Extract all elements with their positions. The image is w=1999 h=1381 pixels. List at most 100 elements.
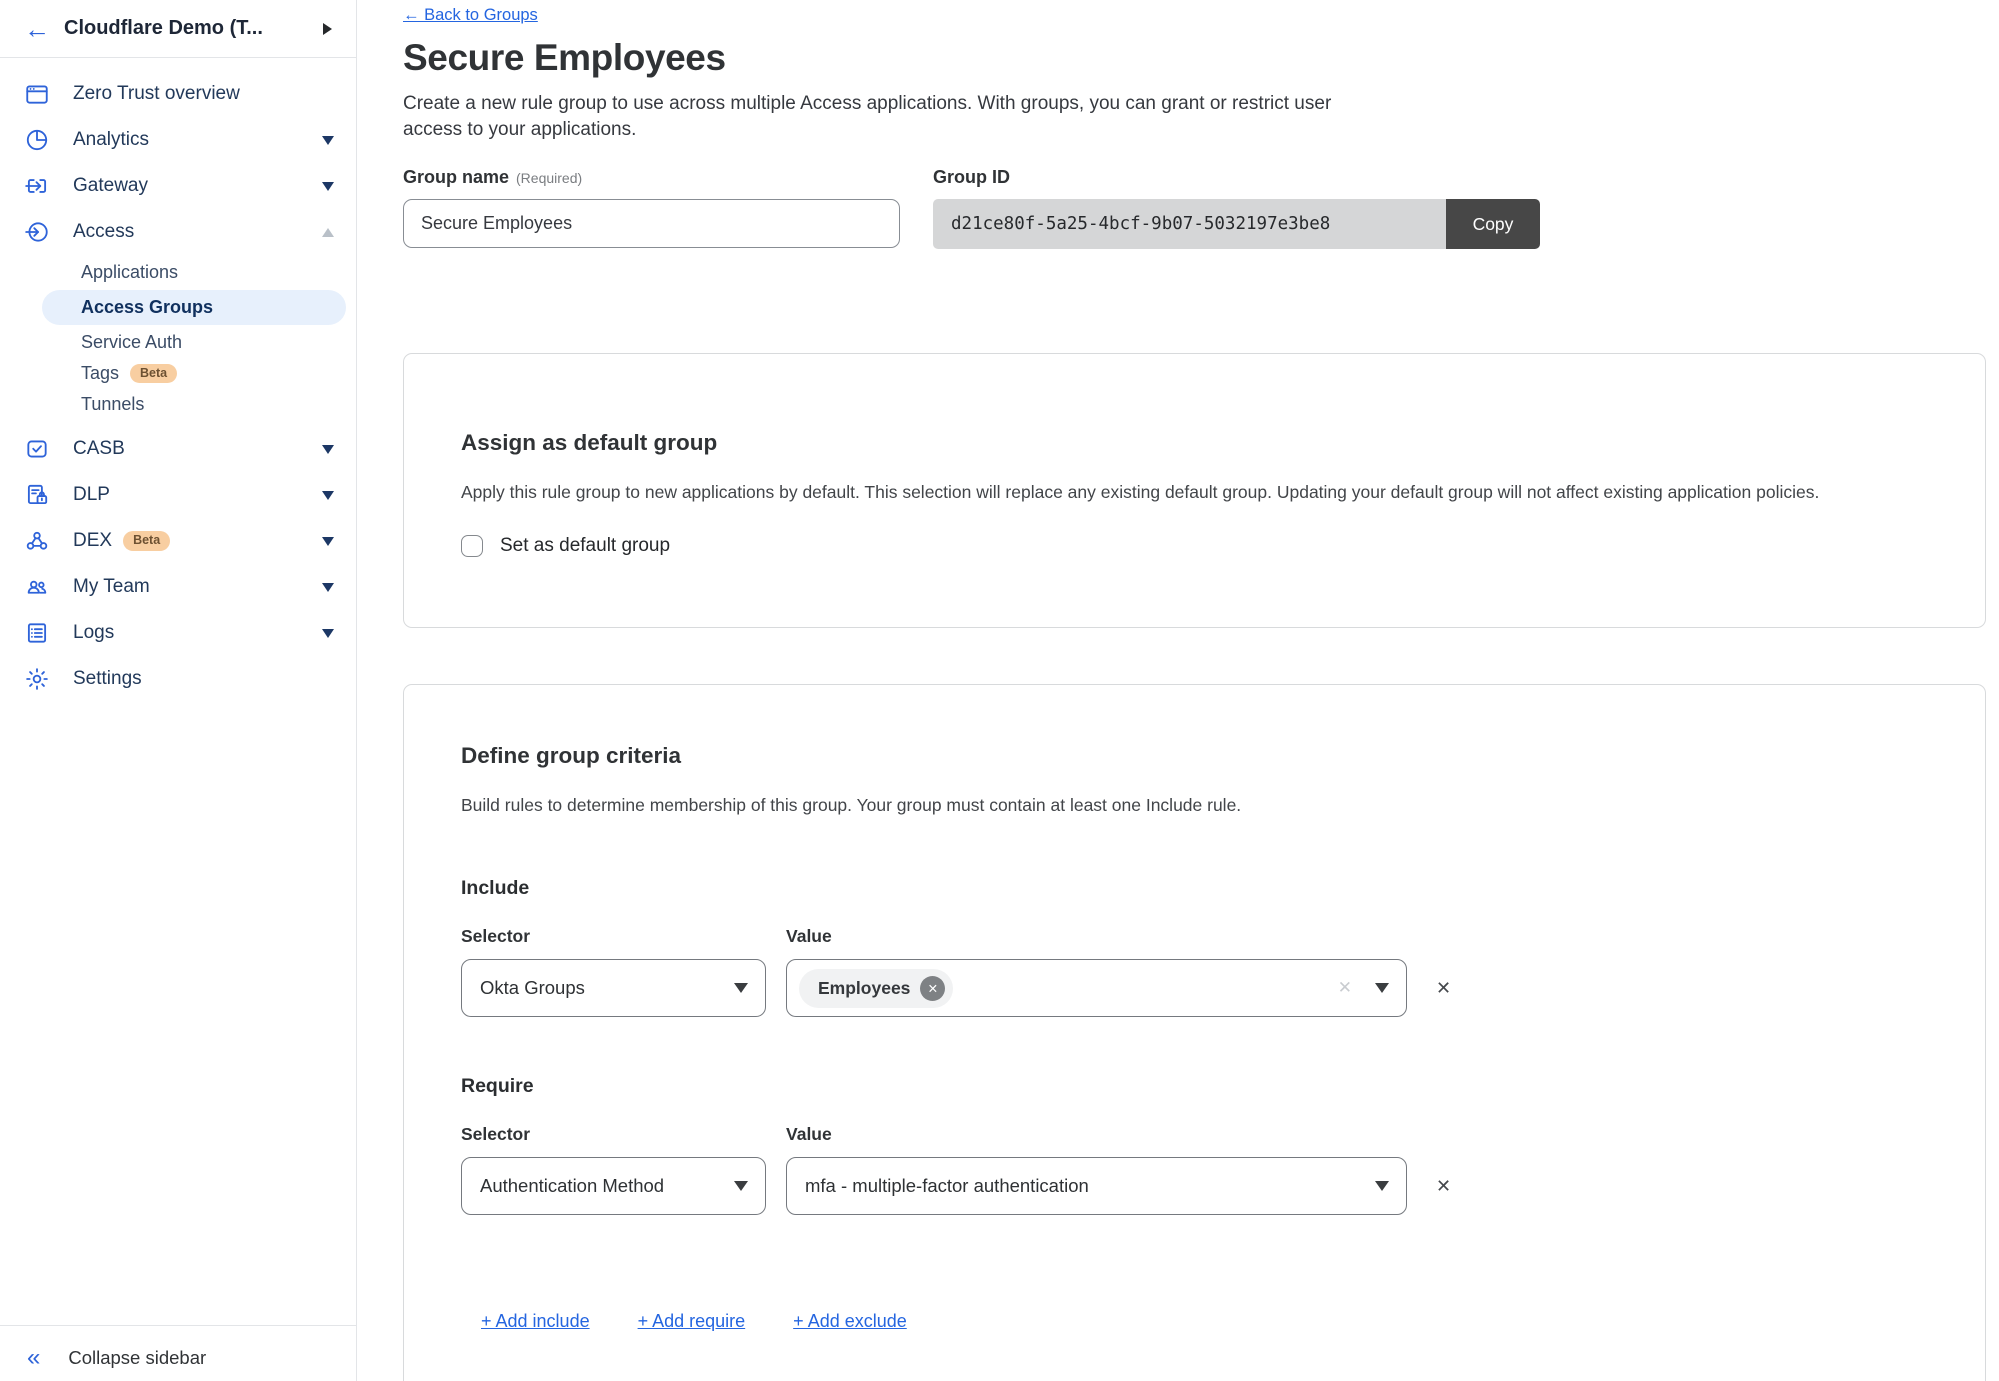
tag-remove-icon[interactable]: ✕ [920,976,945,1001]
set-default-group-checkbox[interactable] [461,535,483,557]
value-tag: Employees ✕ [799,969,953,1008]
require-value-dropdown[interactable]: mfa - multiple-factor authentication [786,1157,1407,1215]
default-group-card: Assign as default group Apply this rule … [403,353,1986,627]
criteria-card: Define group criteria Build rules to det… [403,684,1986,1381]
require-value-label: Value [786,1124,1407,1145]
set-default-group-row[interactable]: Set as default group [461,535,670,557]
window-icon [24,81,50,107]
sidebar-header: ← Cloudflare Demo (T... [0,0,356,58]
gateway-icon [24,173,50,199]
sidebar-item-dex[interactable]: DEX Beta [0,518,356,564]
include-heading: Include [461,877,1928,900]
value-tag-label: Employees [818,978,910,999]
chevron-right-icon[interactable] [323,23,332,35]
group-name-field: Group name (Required) [403,167,900,249]
sidebar: ← Cloudflare Demo (T... Zero Trust overv… [0,0,357,1381]
chevron-down-icon[interactable] [322,583,334,592]
page-title: Secure Employees [403,37,1986,79]
add-require-link[interactable]: + Add require [638,1311,746,1332]
group-name-label: Group name [403,167,509,188]
include-rule-row: Selector Value Okta Groups Employees ✕ ✕… [461,926,1928,1017]
remove-require-rule-button[interactable]: ✕ [1436,1177,1928,1195]
sidebar-item-label: Access [73,221,134,243]
group-id-value: d21ce80f-5a25-4bcf-9b07-5032197e3be8 [933,199,1446,249]
include-selector-label: Selector [461,926,766,947]
group-id-label: Group ID [933,167,1010,188]
sidebar-item-access-groups[interactable]: Access Groups [42,290,346,325]
chevron-down-icon[interactable] [322,629,334,638]
people-icon [24,574,50,600]
gear-icon [24,666,50,692]
chevron-down-icon [1375,983,1389,993]
document-lock-icon [24,482,50,508]
default-group-card-title: Assign as default group [461,430,1928,456]
sidebar-item-settings[interactable]: Settings [0,656,356,702]
include-value-label: Value [786,926,1407,947]
sidebar-item-tags[interactable]: Tags Beta [0,358,356,389]
casb-check-icon [24,436,50,462]
access-sub-menu: Applications Access Groups Service Auth … [0,257,356,420]
chevron-down-icon[interactable] [322,491,334,500]
beta-badge: Beta [130,364,177,384]
account-name[interactable]: Cloudflare Demo (T... [64,17,263,40]
sidebar-item-label: Tunnels [81,394,144,415]
clear-values-icon[interactable]: ✕ [1338,978,1352,998]
main-content: ← Back to Groups Secure Employees Create… [357,0,1999,1381]
sidebar-item-label: Gateway [73,175,148,197]
collapse-sidebar-button[interactable]: Collapse sidebar [68,1347,206,1369]
access-login-icon [24,219,50,245]
sidebar-item-label: Service Auth [81,332,182,353]
sidebar-item-label: DEX [73,530,112,552]
sidebar-nav: Zero Trust overview Analytics Gateway Ac… [0,58,356,702]
sidebar-item-access[interactable]: Access [0,209,356,255]
chevron-down-icon[interactable] [322,537,334,546]
chevron-down-icon[interactable] [322,445,334,454]
sidebar-item-label: Settings [73,668,142,690]
sidebar-item-label: My Team [73,576,150,598]
chevron-down-icon [734,1181,748,1191]
require-rule-row: Selector Value Authentication Method mfa… [461,1124,1928,1215]
sidebar-item-my-team[interactable]: My Team [0,564,356,610]
back-to-groups-link[interactable]: ← Back to Groups [403,6,538,25]
collapse-chevrons-icon[interactable]: « [27,1346,40,1370]
sidebar-item-casb[interactable]: CASB [0,426,356,472]
group-fields-row: Group name (Required) Group ID d21ce80f-… [403,167,1986,249]
sidebar-item-service-auth[interactable]: Service Auth [0,327,356,358]
group-name-input[interactable] [403,199,900,248]
sidebar-item-gateway[interactable]: Gateway [0,163,356,209]
sidebar-item-label: Analytics [73,129,149,151]
sidebar-item-analytics[interactable]: Analytics [0,117,356,163]
sidebar-item-tunnels[interactable]: Tunnels [0,389,356,420]
page-description: Create a new rule group to use across mu… [403,91,1378,143]
back-arrow-icon[interactable]: ← [24,16,50,42]
include-selector-dropdown[interactable]: Okta Groups [461,959,766,1017]
required-hint: (Required) [516,170,582,186]
sidebar-item-applications[interactable]: Applications [0,257,356,288]
sidebar-item-dlp[interactable]: DLP [0,472,356,518]
sidebar-item-label: Zero Trust overview [73,83,240,105]
set-default-group-label: Set as default group [500,535,670,557]
rule-actions-row: + Add include + Add require + Add exclud… [481,1311,1928,1332]
remove-include-rule-button[interactable]: ✕ [1436,979,1928,997]
add-include-link[interactable]: + Add include [481,1311,590,1332]
chevron-down-icon[interactable] [322,182,334,191]
default-group-card-description: Apply this rule group to new application… [461,478,1928,506]
network-nodes-icon [24,528,50,554]
chevron-down-icon [734,983,748,993]
sidebar-item-label: CASB [73,438,125,460]
require-heading: Require [461,1075,1928,1098]
sidebar-item-logs[interactable]: Logs [0,610,356,656]
beta-badge: Beta [123,531,170,551]
sidebar-item-zero-trust-overview[interactable]: Zero Trust overview [0,71,356,117]
chevron-up-icon[interactable] [322,228,334,237]
copy-button[interactable]: Copy [1446,199,1540,249]
chevron-down-icon[interactable] [322,136,334,145]
sidebar-item-label: Access Groups [81,297,213,318]
include-value-multiselect[interactable]: Employees ✕ ✕ [786,959,1407,1017]
sidebar-item-label: Logs [73,622,114,644]
pie-chart-icon [24,127,50,153]
require-selector-dropdown[interactable]: Authentication Method [461,1157,766,1215]
add-exclude-link[interactable]: + Add exclude [793,1311,907,1332]
include-selector-value: Okta Groups [480,977,585,999]
require-selector-label: Selector [461,1124,766,1145]
